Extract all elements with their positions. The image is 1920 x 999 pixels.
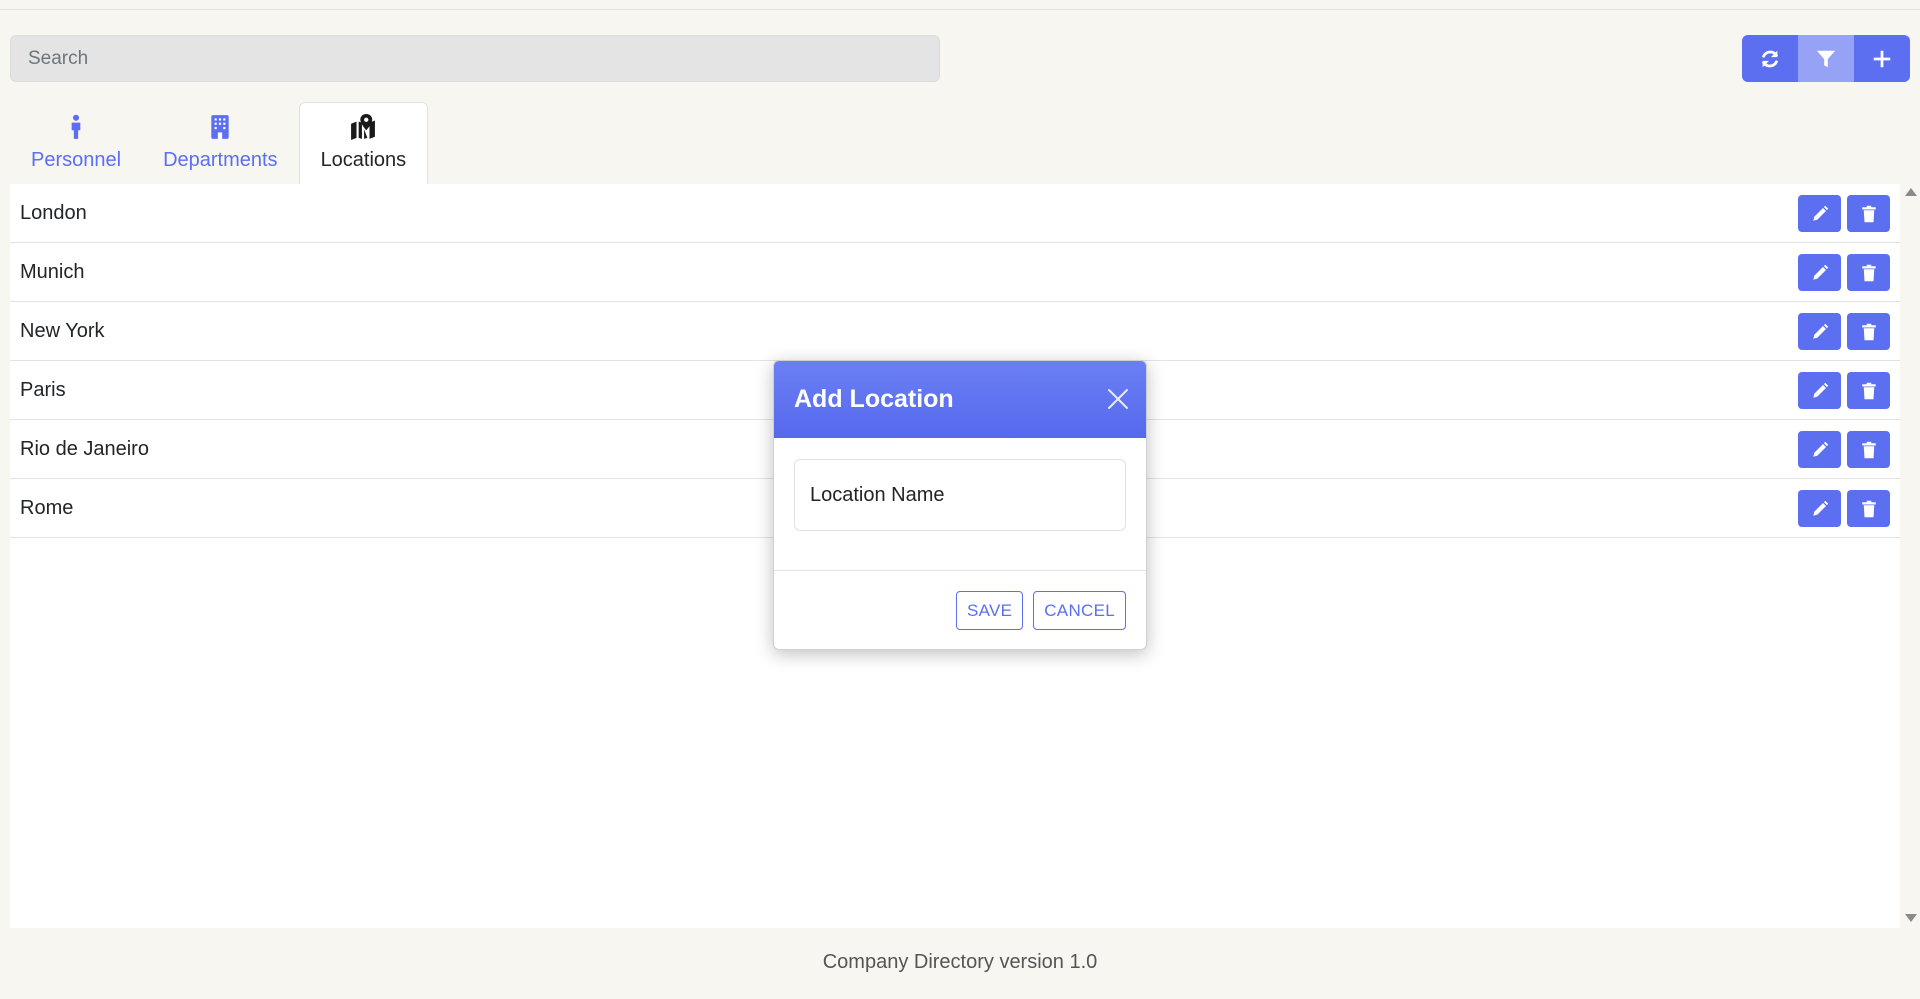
- add-button[interactable]: [1854, 35, 1910, 82]
- footer-text: Company Directory version 1.0: [822, 951, 1098, 973]
- row-actions: [1798, 431, 1890, 468]
- trash-icon: [1861, 441, 1876, 458]
- refresh-icon: [1762, 50, 1778, 67]
- filter-button[interactable]: [1798, 35, 1854, 82]
- pencil-icon: [1812, 382, 1828, 398]
- scroll-up-arrow[interactable]: [1905, 188, 1917, 196]
- scroll-down-arrow[interactable]: [1905, 914, 1917, 922]
- delete-button[interactable]: [1847, 431, 1890, 468]
- row-actions: [1798, 195, 1890, 232]
- trash-icon: [1861, 500, 1876, 517]
- refresh-button[interactable]: [1742, 35, 1798, 82]
- tab-bar: Personnel Departments Locations: [10, 102, 429, 184]
- location-name: Rome: [20, 496, 74, 519]
- row-actions: [1798, 490, 1890, 527]
- edit-button[interactable]: [1798, 490, 1841, 527]
- modal-header: Add Location: [774, 361, 1146, 438]
- save-button[interactable]: SAVE: [955, 591, 1024, 630]
- delete-button[interactable]: [1847, 254, 1890, 291]
- trash-icon: [1861, 264, 1876, 281]
- close-icon[interactable]: [1106, 387, 1130, 411]
- trash-icon: [1861, 205, 1876, 222]
- pencil-icon: [1812, 500, 1828, 516]
- delete-button[interactable]: [1847, 313, 1890, 350]
- pencil-icon: [1812, 441, 1828, 457]
- row-actions: [1798, 313, 1890, 350]
- trash-icon: [1861, 382, 1876, 399]
- delete-button[interactable]: [1847, 195, 1890, 232]
- location-name: Rio de Janeiro: [20, 437, 149, 460]
- edit-button[interactable]: [1798, 254, 1841, 291]
- tab-departments[interactable]: Departments: [142, 102, 299, 184]
- plus-icon: [1873, 50, 1891, 67]
- table-row: New York: [10, 302, 1900, 361]
- location-name-input[interactable]: [794, 459, 1126, 531]
- filter-icon: [1816, 50, 1836, 67]
- tab-locations[interactable]: Locations: [298, 102, 429, 184]
- edit-button[interactable]: [1798, 372, 1841, 409]
- location-name: New York: [20, 319, 105, 342]
- trash-icon: [1861, 323, 1876, 340]
- modal-body: [774, 438, 1146, 571]
- location-name: London: [20, 201, 87, 224]
- person-icon: [71, 114, 81, 139]
- row-actions: [1798, 372, 1890, 409]
- add-location-modal: Add Location SAVE CANCEL: [773, 360, 1147, 650]
- edit-button[interactable]: [1798, 431, 1841, 468]
- tab-personnel[interactable]: Personnel: [10, 102, 142, 184]
- toolbar-button-group: [1742, 35, 1910, 82]
- edit-button[interactable]: [1798, 195, 1841, 232]
- tab-label: Personnel: [31, 149, 122, 171]
- row-actions: [1798, 254, 1890, 291]
- delete-button[interactable]: [1847, 372, 1890, 409]
- tab-label: Departments: [163, 149, 278, 171]
- table-row: Munich: [10, 243, 1900, 302]
- building-icon: [211, 115, 229, 139]
- pencil-icon: [1812, 323, 1828, 339]
- pencil-icon: [1812, 205, 1828, 221]
- search-input[interactable]: [10, 35, 940, 82]
- delete-button[interactable]: [1847, 490, 1890, 527]
- location-name: Munich: [20, 260, 85, 283]
- modal-title: Add Location: [794, 385, 954, 413]
- pencil-icon: [1812, 264, 1828, 280]
- cancel-button[interactable]: CANCEL: [1033, 591, 1126, 630]
- location-name: Paris: [20, 378, 66, 401]
- top-divider: [0, 0, 1920, 10]
- tab-label: Locations: [320, 149, 407, 171]
- map-location-icon: [351, 114, 376, 140]
- modal-footer: SAVE CANCEL: [774, 571, 1146, 649]
- edit-button[interactable]: [1798, 313, 1841, 350]
- table-row: London: [10, 184, 1900, 243]
